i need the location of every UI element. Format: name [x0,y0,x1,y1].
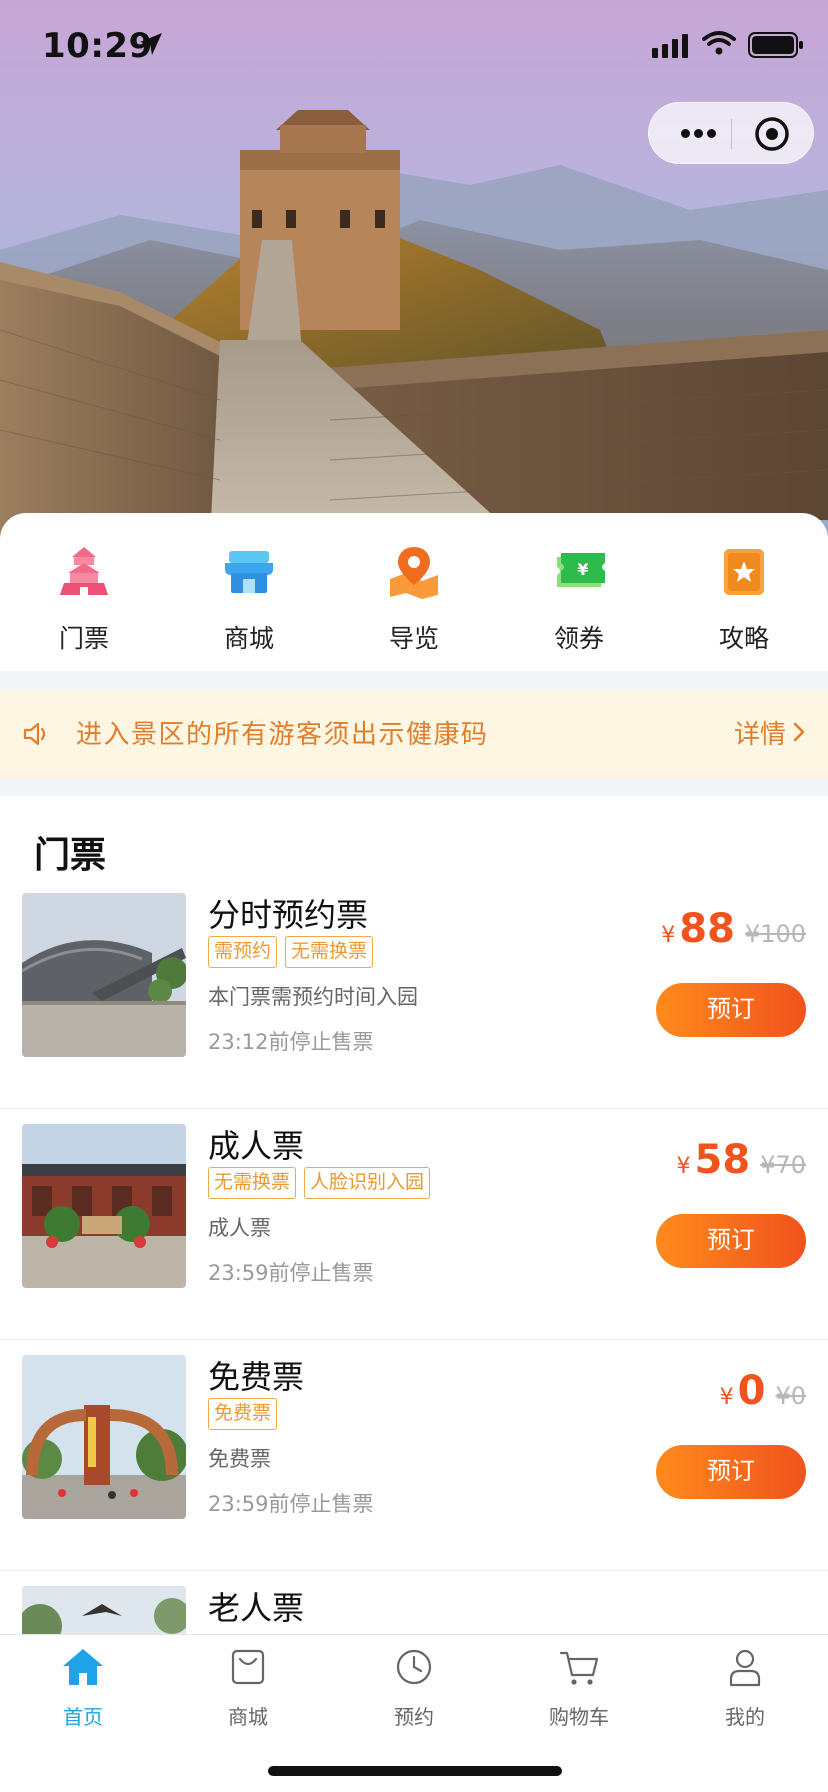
pagoda-icon [60,547,108,595]
ticket-sale-deadline: 23:59前停止售票 [208,1492,374,1516]
ticket-description: 免费票 [208,1447,271,1471]
ticket-tag: 人脸识别入园 [304,1167,431,1199]
speaker-icon [23,722,46,746]
ticket-name: 老人票 [208,1589,305,1627]
ticket-section: 门票 分时预约票 需预约 无需换票 本门票需预约时间入园 23:12前停止售票 … [0,796,828,1750]
ticket-sale-deadline: 23:59前停止售票 [208,1261,374,1285]
bag-icon [231,1649,265,1685]
quick-nav: 门票 商城 导览 ¥ 领券 攻略 [0,513,828,671]
current-price: 0 [737,1368,766,1414]
nav-item-shop[interactable]: 商城 [189,543,309,655]
ticket-thumbnail [22,893,186,1057]
notice-text: 进入景区的所有游客须出示健康码 [76,720,489,750]
tab-reservation[interactable]: 预约 [354,1645,474,1730]
status-bar: 10:29 [0,0,828,96]
nav-label: 门票 [58,624,109,653]
currency-symbol: ¥ [661,923,676,948]
chevron-right-icon [793,722,805,742]
ticket-tag: 无需换票 [208,1167,297,1199]
user-icon [729,1649,761,1687]
book-button[interactable]: 预订 [656,983,806,1037]
current-price: 88 [679,906,735,952]
ticket-item[interactable]: 成人票 无需换票 人脸识别入园 成人票 23:59前停止售票 ¥ 58 ¥70 … [0,1109,828,1340]
clock-icon [396,1649,432,1685]
home-indicator[interactable] [268,1766,562,1776]
ticket-tags: 需预约 无需换票 [208,936,374,968]
ticket-item[interactable]: 分时预约票 需预约 无需换票 本门票需预约时间入园 23:12前停止售票 ¥ 8… [0,878,828,1109]
ticket-tag: 免费票 [208,1398,278,1430]
current-price: 58 [694,1137,751,1183]
ticket-name: 成人票 [208,1127,305,1165]
nav-item-tickets[interactable]: 门票 [24,543,144,655]
tab-label: 首页 [63,1705,103,1729]
tab-label: 我的 [725,1705,765,1729]
notice-bar[interactable]: 进入景区的所有游客须出示健康码 详情 [0,690,828,778]
original-price: ¥70 [760,1151,806,1179]
tab-home[interactable]: 首页 [23,1645,143,1730]
coupon-icon: ¥ [557,553,605,587]
cart-icon [559,1651,599,1685]
status-time: 10:29 [42,26,153,66]
miniprogram-capsule [648,102,814,164]
ticket-description: 成人票 [208,1216,271,1240]
tab-cart[interactable]: 购物车 [519,1645,639,1730]
ticket-price: ¥ 88 ¥100 [661,906,806,952]
nav-label: 导览 [388,624,439,653]
ticket-description: 本门票需预约时间入园 [208,985,418,1009]
capsule-divider [731,119,732,149]
home-icon [63,1649,103,1685]
original-price: ¥0 [775,1382,806,1410]
book-button[interactable]: 预订 [656,1214,806,1268]
currency-symbol: ¥ [676,1154,691,1179]
ticket-name: 免费票 [208,1358,305,1396]
ticket-tags: 免费票 [208,1398,278,1430]
shop-icon [225,551,273,593]
wifi-icon [702,31,736,55]
ticket-tags: 无需换票 人脸识别入园 [208,1167,431,1199]
tab-label: 商城 [228,1705,268,1729]
notice-details-label: 详情 [733,720,786,750]
guide-book-icon [724,549,764,595]
tab-shop[interactable]: 商城 [188,1645,308,1730]
map-pin-icon [390,547,438,599]
more-options-button[interactable] [671,111,731,155]
ticket-tag: 需预约 [208,936,278,968]
location-arrow-icon [140,33,162,55]
book-button[interactable]: 预订 [656,1445,806,1499]
close-miniprogram-icon[interactable] [751,113,793,155]
ticket-tag: 无需换票 [285,936,374,968]
tab-label: 预约 [394,1705,434,1729]
nav-item-strategy[interactable]: 攻略 [684,543,804,655]
ticket-thumbnail [22,1124,186,1288]
notice-details-link[interactable]: 详情 [734,714,806,751]
screen: 10:29 门票 商城 导览 ¥ 领券 攻略 进入景区的所有游客须出示健康码 详… [0,0,828,1792]
section-title: 门票 [34,835,107,876]
ticket-item[interactable]: 免费票 免费票 免费票 23:59前停止售票 ¥ 0 ¥0 预订 [0,1340,828,1571]
tab-profile[interactable]: 我的 [685,1645,805,1730]
nav-label: 攻略 [718,624,769,653]
nav-item-coupons[interactable]: ¥ 领券 [519,543,639,655]
ticket-price: ¥ 58 ¥70 [677,1137,806,1183]
tab-label: 购物车 [549,1705,609,1729]
ticket-sale-deadline: 23:12前停止售票 [208,1030,374,1054]
nav-item-guide[interactable]: 导览 [354,543,474,655]
currency-symbol: ¥ [719,1385,734,1410]
nav-label: 商城 [223,624,274,653]
cellular-signal-icon [652,34,688,58]
nav-label: 领券 [553,624,604,653]
ticket-thumbnail [22,1355,186,1519]
ticket-price: ¥ 0 ¥0 [720,1368,806,1414]
ticket-name: 分时预约票 [208,896,369,934]
original-price: ¥100 [744,920,806,948]
battery-icon [748,32,803,58]
svg-text:¥: ¥ [577,560,588,579]
